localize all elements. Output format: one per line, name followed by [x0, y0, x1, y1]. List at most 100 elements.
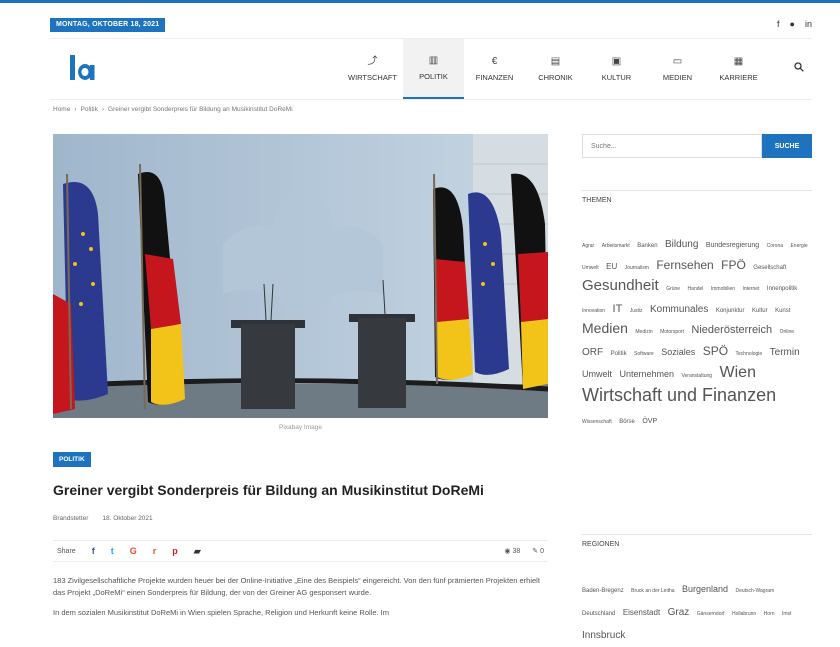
region-link[interactable]: Deutsch-Wagram — [735, 588, 774, 594]
tag-link[interactable]: Niederösterreich — [691, 324, 772, 336]
tag-link[interactable]: Kommunales — [650, 304, 708, 315]
tag-link[interactable]: Handel — [688, 286, 704, 292]
tag-link[interactable]: Gesellschaft — [753, 265, 786, 271]
tag-link[interactable]: Börse — [619, 419, 635, 425]
tag-link[interactable]: Software — [634, 351, 654, 357]
social-links: f ● in — [777, 19, 812, 29]
author-name[interactable]: Brandstetter — [53, 515, 88, 522]
tag-link[interactable]: Konjunktur — [716, 308, 745, 314]
tag-link[interactable]: Corona — [767, 243, 783, 249]
nav-kultur[interactable]: ▣ KULTUR — [586, 39, 647, 99]
region-link[interactable]: Hollabrunn — [732, 611, 756, 617]
tag-link[interactable]: Agrar — [582, 243, 594, 249]
euro-icon: € — [491, 56, 498, 67]
search-icon[interactable] — [794, 62, 804, 72]
tag-link[interactable]: Fernsehen — [656, 258, 713, 272]
breadcrumb-home[interactable]: Home — [53, 106, 70, 113]
tag-link[interactable]: Politik — [611, 351, 627, 357]
tag-link[interactable]: Unternehmen — [619, 369, 674, 379]
breadcrumb-current: Greiner vergibt Sonderpreis für Bildung … — [108, 106, 293, 113]
tag-link[interactable]: Kultur — [752, 308, 768, 314]
sidebar-search-form: SUCHE — [582, 134, 812, 158]
tag-link[interactable]: Umwelt — [582, 369, 612, 379]
tag-link[interactable]: Justiz — [630, 308, 643, 314]
nav-label: MEDIEN — [662, 73, 693, 82]
sidebar-search-input[interactable] — [582, 134, 762, 158]
rss-icon[interactable]: ● — [790, 19, 795, 29]
tag-link[interactable]: Arbeitsmarkt — [602, 243, 630, 249]
tag-link[interactable]: Soziales — [661, 347, 695, 357]
tag-link[interactable]: FPÖ — [721, 258, 746, 272]
region-link[interactable]: Baden-Bregenz — [582, 588, 624, 594]
tag-link[interactable]: Wien — [720, 364, 756, 381]
region-link[interactable]: Eisenstadt — [623, 608, 660, 617]
category-badge[interactable]: POLITIK — [53, 452, 91, 467]
nav-medien[interactable]: ▭ MEDIEN — [647, 39, 708, 99]
tag-link[interactable]: Innovation — [582, 308, 605, 314]
tag-link[interactable]: Banken — [637, 243, 657, 249]
share-button[interactable]: Share — [57, 548, 76, 555]
region-link[interactable]: Bruck an der Leitha — [631, 588, 674, 594]
building-icon: ▥ — [428, 55, 439, 66]
tag-link[interactable]: SPÖ — [703, 344, 728, 358]
tag-link[interactable]: Umwelt — [582, 265, 599, 271]
reddit-share-icon[interactable]: r — [153, 546, 157, 556]
region-link[interactable]: Deutschland — [582, 611, 615, 617]
facebook-icon[interactable]: f — [777, 19, 780, 29]
twitter-share-icon[interactable]: t — [111, 546, 114, 556]
breadcrumb-politik[interactable]: Politik — [81, 106, 98, 113]
nav-label: KULTUR — [601, 73, 632, 82]
tag-link[interactable]: Wissenschaft — [582, 419, 612, 425]
tag-link[interactable]: Innenpolitik — [767, 286, 797, 292]
main-nav: ⤴ WIRTSCHAFT ▥ POLITIK € FINANZEN ▤ CHRO… — [342, 39, 769, 99]
nav-chronik[interactable]: ▤ CHRONIK — [525, 39, 586, 99]
tag-link[interactable]: IT — [613, 303, 623, 315]
region-link[interactable]: Innsbruck — [582, 630, 625, 641]
region-link[interactable]: Imst — [782, 611, 791, 617]
linkedin-icon[interactable]: in — [805, 19, 812, 29]
comments-count[interactable]: ✎ 0 — [532, 547, 544, 555]
article-body: 183 Zivilgesellschaftliche Projekte wurd… — [53, 575, 548, 627]
tag-link[interactable]: Gesundheit — [582, 277, 659, 294]
tag-link[interactable]: Internet — [743, 286, 760, 292]
tag-link[interactable]: EU — [606, 262, 617, 271]
tag-link[interactable]: ÖVP — [642, 418, 657, 425]
tag-link[interactable]: Bundesregierung — [706, 242, 759, 249]
region-link[interactable]: Horn — [764, 611, 775, 617]
site-logo[interactable] — [68, 53, 98, 83]
tag-link[interactable]: Grüne — [666, 286, 680, 292]
pinterest-share-icon[interactable]: p — [172, 546, 178, 556]
region-link[interactable]: Graz — [668, 607, 690, 618]
article-paragraph: In dem sozialen Musikinstitut DoReMi in … — [53, 608, 389, 617]
tag-link[interactable]: ORF — [582, 347, 603, 358]
tag-link[interactable]: Journalism — [625, 265, 649, 271]
tag-link[interactable]: Immobilien — [711, 286, 735, 292]
tag-cloud: Agrar Arbeitsmarkt Banken Bildung Bundes… — [582, 232, 812, 429]
tag-link[interactable]: Termin — [770, 347, 800, 358]
tag-link[interactable]: Wirtschaft und Finanzen — [582, 385, 776, 405]
print-icon[interactable]: ▰ — [194, 546, 201, 557]
nav-label: KARRIERE — [719, 73, 758, 82]
tag-link[interactable]: Technologie — [736, 351, 763, 357]
nav-karriere[interactable]: ▦ KARRIERE — [708, 39, 769, 99]
region-link[interactable]: Burgenland — [682, 584, 728, 594]
tag-link[interactable]: Energie — [790, 243, 807, 249]
google-share-icon[interactable]: G — [130, 546, 137, 556]
tag-link[interactable]: Online — [780, 329, 794, 335]
tag-link[interactable]: Veranstaltung — [681, 373, 712, 379]
nav-wirtschaft[interactable]: ⤴ WIRTSCHAFT — [342, 39, 403, 99]
tag-link[interactable]: Medizin — [635, 329, 652, 335]
region-link[interactable]: Gänserndorf — [697, 611, 725, 617]
tag-link[interactable]: Medien — [582, 320, 628, 336]
nav-politik[interactable]: ▥ POLITIK — [403, 39, 464, 99]
facebook-share-icon[interactable]: f — [92, 546, 95, 556]
briefcase-icon: ▦ — [733, 56, 744, 67]
tag-link[interactable]: Motorsport — [660, 329, 684, 335]
tag-link[interactable]: Kunst — [775, 308, 790, 314]
breadcrumb-separator: › — [74, 106, 77, 113]
sidebar-search-button[interactable]: SUCHE — [762, 134, 812, 158]
nav-label: POLITIK — [419, 72, 448, 81]
tag-link[interactable]: Bildung — [665, 239, 698, 250]
nav-finanzen[interactable]: € FINANZEN — [464, 39, 525, 99]
regionen-widget-title: REGIONEN — [582, 534, 812, 548]
